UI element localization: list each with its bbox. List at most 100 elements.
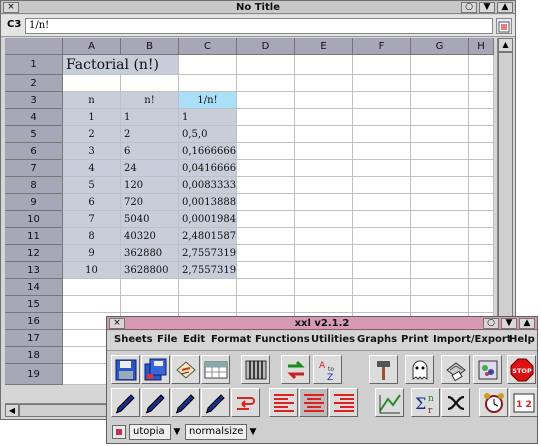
cell-c2[interactable]: [179, 75, 237, 92]
column-header-b[interactable]: B: [121, 38, 179, 55]
column-header-h[interactable]: H: [469, 38, 494, 55]
cell-h1[interactable]: [469, 55, 494, 75]
row-header-10[interactable]: 10: [5, 211, 63, 228]
row-header-6[interactable]: 6: [5, 143, 63, 160]
cell-f6[interactable]: [353, 143, 411, 160]
cell-c3[interactable]: 1/n!: [179, 92, 237, 109]
wrap-text-button[interactable]: [231, 388, 260, 417]
cell-a7[interactable]: 4: [63, 160, 121, 177]
maximize-icon[interactable]: ▲: [497, 2, 513, 13]
menu-sheets[interactable]: Sheets: [114, 334, 153, 345]
cell-f14[interactable]: [353, 279, 411, 296]
cell-g11[interactable]: [411, 228, 469, 245]
cell-a3[interactable]: n: [63, 92, 121, 109]
cell-g2[interactable]: [411, 75, 469, 92]
cell-h9[interactable]: [469, 194, 494, 211]
ghost-button[interactable]: [405, 355, 434, 384]
row-header-4[interactable]: 4: [5, 109, 63, 126]
font-size-select[interactable]: normalsize: [185, 424, 247, 440]
cell-b10[interactable]: 5040: [121, 211, 179, 228]
cell-a4[interactable]: 1: [63, 109, 121, 126]
cell-a5[interactable]: 2: [63, 126, 121, 143]
column-header-e[interactable]: E: [295, 38, 353, 55]
cell-h13[interactable]: [469, 262, 494, 279]
cell-g7[interactable]: [411, 160, 469, 177]
cell-a1[interactable]: Factorial (n!): [63, 55, 179, 75]
cell-c8[interactable]: 0,008333333: [179, 177, 237, 194]
row-header-11[interactable]: 11: [5, 228, 63, 245]
cell-h4[interactable]: [469, 109, 494, 126]
column-header-d[interactable]: D: [237, 38, 295, 55]
row-header-2[interactable]: 2: [5, 75, 63, 92]
cell-b13[interactable]: 3628800: [121, 262, 179, 279]
cell-f5[interactable]: [353, 126, 411, 143]
cell-c15[interactable]: [179, 296, 237, 313]
cell-b2[interactable]: [121, 75, 179, 92]
cell-a12[interactable]: 9: [63, 245, 121, 262]
cell-d5[interactable]: [237, 126, 295, 143]
chevron-down-icon[interactable]: ▼: [247, 424, 259, 440]
cell-c1[interactable]: [179, 55, 237, 75]
pen-tool-3-button[interactable]: [171, 388, 200, 417]
stop-button[interactable]: STOP: [507, 355, 536, 384]
hscroll-thumb[interactable]: [19, 404, 117, 417]
cell-a9[interactable]: 6: [63, 194, 121, 211]
cell-e2[interactable]: [295, 75, 353, 92]
window-titlebar[interactable]: × No Title ○ ▼ ▲: [1, 1, 515, 14]
cell-h8[interactable]: [469, 177, 494, 194]
cell-e11[interactable]: [295, 228, 353, 245]
cell-e4[interactable]: [295, 109, 353, 126]
cell-f9[interactable]: [353, 194, 411, 211]
chevron-down-icon[interactable]: ▼: [171, 424, 183, 440]
cell-a6[interactable]: 3: [63, 143, 121, 160]
cell-c4[interactable]: 1: [179, 109, 237, 126]
cell-h3[interactable]: [469, 92, 494, 109]
cell-d6[interactable]: [237, 143, 295, 160]
toolbar-titlebar[interactable]: × xxl v2.1.2 ○ ▼ ▲: [107, 317, 537, 330]
cell-h14[interactable]: [469, 279, 494, 296]
row-header-13[interactable]: 13: [5, 262, 63, 279]
cell-b4[interactable]: 1: [121, 109, 179, 126]
cell-g1[interactable]: [411, 55, 469, 75]
edit-cell-button[interactable]: [171, 355, 200, 384]
menu-print[interactable]: Print: [401, 334, 429, 345]
row-header-9[interactable]: 9: [5, 194, 63, 211]
menu-edit[interactable]: Edit: [183, 334, 205, 345]
grid-corner[interactable]: [5, 38, 63, 55]
cell-f12[interactable]: [353, 245, 411, 262]
row-header-14[interactable]: 14: [5, 279, 63, 296]
minimize-icon[interactable]: ▼: [501, 318, 517, 329]
cell-b7[interactable]: 24: [121, 160, 179, 177]
cell-a13[interactable]: 10: [63, 262, 121, 279]
column-header-g[interactable]: G: [411, 38, 469, 55]
cell-b6[interactable]: 6: [121, 143, 179, 160]
row-header-12[interactable]: 12: [5, 245, 63, 262]
number-format-button[interactable]: 1 2: [509, 388, 538, 417]
cell-d11[interactable]: [237, 228, 295, 245]
cell-c7[interactable]: 0,041666666: [179, 160, 237, 177]
cell-d1[interactable]: [237, 55, 295, 75]
cell-b14[interactable]: [121, 279, 179, 296]
align-right-button[interactable]: [329, 388, 358, 417]
cell-a2[interactable]: [63, 75, 121, 92]
cell-e12[interactable]: [295, 245, 353, 262]
scroll-up-icon[interactable]: ▲: [498, 38, 513, 52]
cell-a14[interactable]: [63, 279, 121, 296]
row-header-18[interactable]: 18: [5, 347, 63, 364]
cell-a15[interactable]: [63, 296, 121, 313]
sum-button[interactable]: Σnr: [411, 388, 440, 417]
row-header-15[interactable]: 15: [5, 296, 63, 313]
cell-f10[interactable]: [353, 211, 411, 228]
menu-file[interactable]: File: [157, 334, 177, 345]
cell-h5[interactable]: [469, 126, 494, 143]
column-header-c[interactable]: C: [179, 38, 237, 55]
cell-e14[interactable]: [295, 279, 353, 296]
row-header-8[interactable]: 8: [5, 177, 63, 194]
sum-selection-button[interactable]: [375, 388, 404, 417]
tools-button[interactable]: [369, 355, 398, 384]
font-color-swatch[interactable]: [112, 425, 126, 439]
cell-g4[interactable]: [411, 109, 469, 126]
scroll-left-icon[interactable]: ◀: [5, 404, 19, 417]
formula-input[interactable]: 1/n!: [25, 18, 493, 34]
cell-h7[interactable]: [469, 160, 494, 177]
